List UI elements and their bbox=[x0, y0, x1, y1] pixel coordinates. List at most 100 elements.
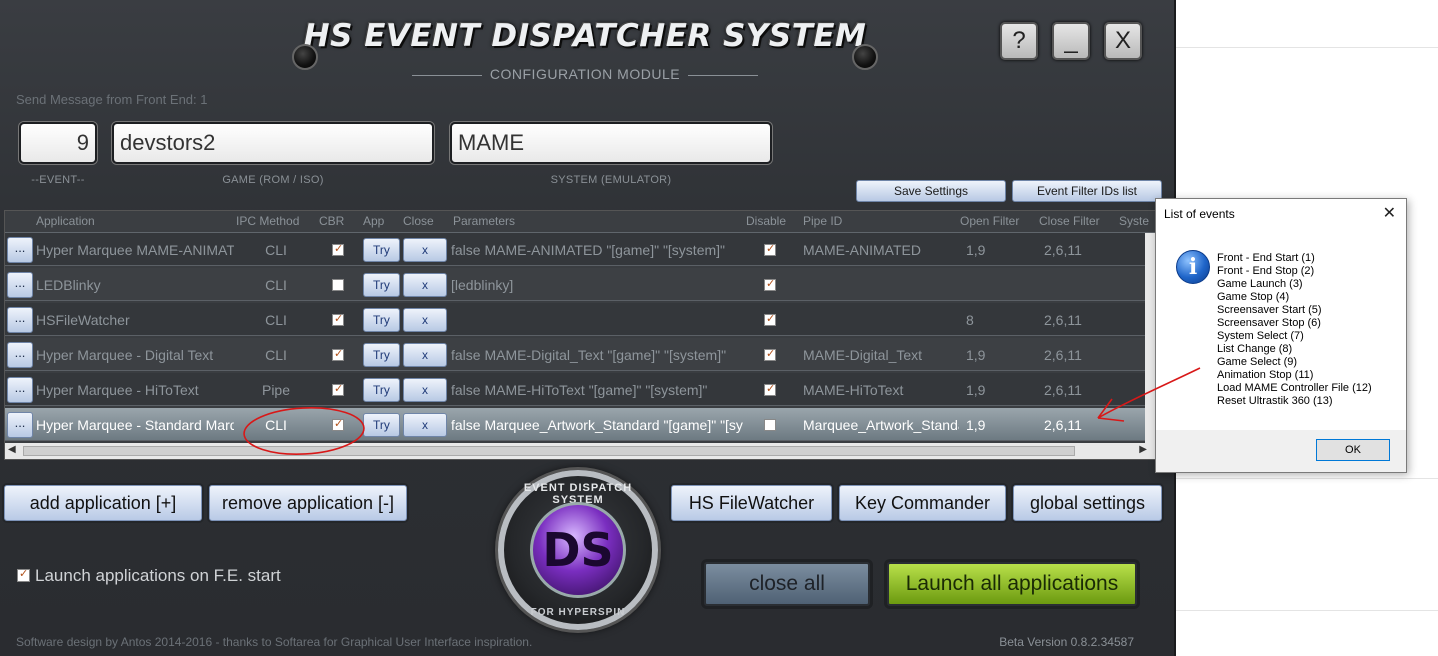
cell-open-filter: 1,9 bbox=[966, 242, 986, 258]
scroll-right-icon[interactable]: ▶ bbox=[1139, 444, 1147, 455]
table-row[interactable]: ... LEDBlinky CLI Try x [ledblinky] bbox=[5, 268, 1147, 301]
footer-credits: Software design by Antos 2014-2016 - tha… bbox=[16, 635, 533, 649]
disable-checkbox[interactable] bbox=[764, 312, 776, 326]
row-settings-button[interactable]: ... bbox=[7, 412, 33, 438]
logo-center-text: DS bbox=[530, 502, 626, 598]
background-divider bbox=[1176, 610, 1438, 611]
column-header-open-filter[interactable]: Open Filter bbox=[960, 214, 1019, 228]
column-header-app[interactable]: App bbox=[363, 214, 384, 228]
close-app-button[interactable]: x bbox=[403, 378, 447, 402]
game-field[interactable]: devstors2 bbox=[112, 122, 434, 164]
launch-on-start-checkbox[interactable] bbox=[17, 567, 30, 582]
launch-all-button[interactable]: Launch all applications bbox=[887, 562, 1137, 606]
cell-close-filter: 2,6,11 bbox=[1044, 312, 1082, 328]
column-header-pipe-id[interactable]: Pipe ID bbox=[803, 214, 842, 228]
try-button[interactable]: Try bbox=[363, 378, 400, 402]
cbr-checkbox[interactable] bbox=[332, 242, 344, 256]
add-application-button[interactable]: add application [+] bbox=[4, 485, 202, 521]
cell-parameters: [ledblinky] bbox=[451, 277, 514, 293]
close-app-button[interactable]: x bbox=[403, 343, 447, 367]
key-commander-button[interactable]: Key Commander bbox=[839, 485, 1006, 521]
global-settings-button[interactable]: global settings bbox=[1013, 485, 1162, 521]
cbr-checkbox[interactable] bbox=[332, 382, 344, 396]
event-filter-list-button[interactable]: Event Filter IDs list bbox=[1012, 180, 1162, 202]
cell-ipc-method: CLI bbox=[265, 312, 287, 328]
row-settings-button[interactable]: ... bbox=[7, 377, 33, 403]
cell-application: Hyper Marquee - Digital Text bbox=[36, 347, 214, 363]
cbr-checkbox[interactable] bbox=[332, 312, 344, 326]
system-field[interactable]: MAME bbox=[450, 122, 772, 164]
cell-open-filter: 1,9 bbox=[966, 347, 986, 363]
disable-checkbox[interactable] bbox=[764, 347, 776, 361]
disable-checkbox[interactable] bbox=[764, 419, 776, 431]
disable-checkbox[interactable] bbox=[764, 277, 776, 291]
cell-ipc-method: CLI bbox=[265, 242, 287, 258]
row-settings-button[interactable]: ... bbox=[7, 342, 33, 368]
dialog-footer: OK bbox=[1156, 430, 1406, 472]
ok-button[interactable]: OK bbox=[1316, 439, 1390, 461]
dialog-close-icon[interactable]: ✕ bbox=[1383, 203, 1396, 223]
launch-on-start-label[interactable]: Launch applications on F.E. start bbox=[35, 566, 281, 586]
horizontal-scrollbar[interactable]: ◀ ▶ bbox=[5, 443, 1155, 459]
title-area: HS EVENT DISPATCHER SYSTEM CONFIGURATION… bbox=[290, 18, 880, 88]
ds-logo: EVENT DISPATCH SYSTEM DS FOR HYPERSPIN bbox=[498, 470, 658, 630]
cell-open-filter: 1,9 bbox=[966, 382, 986, 398]
footer-version: Beta Version 0.8.2.34587 bbox=[999, 635, 1134, 649]
window-title: HS EVENT DISPATCHER SYSTEM bbox=[303, 18, 867, 54]
cbr-checkbox[interactable] bbox=[332, 279, 344, 291]
row-settings-button[interactable]: ... bbox=[7, 237, 33, 263]
table-row[interactable]: ...Hyper Marquee - Standard Marquee CLI Tr… bbox=[5, 408, 1147, 441]
info-icon: i bbox=[1176, 250, 1210, 284]
try-button[interactable]: Try bbox=[363, 413, 400, 437]
horizontal-scroll-thumb[interactable] bbox=[23, 446, 1075, 456]
column-header-disable[interactable]: Disable bbox=[746, 214, 786, 228]
cbr-checkbox[interactable] bbox=[332, 417, 344, 431]
help-button[interactable]: ? bbox=[1000, 22, 1038, 60]
logo-bottom-text: FOR HYPERSPIN bbox=[530, 607, 626, 618]
close-all-button[interactable]: close all bbox=[704, 562, 870, 606]
table-row[interactable]: ...HSFileWatcher CLI Tryx 8 2,6,11 bbox=[5, 303, 1147, 336]
disable-checkbox[interactable] bbox=[764, 382, 776, 396]
cell-ipc-method: CLI bbox=[265, 277, 287, 293]
column-header-parameters[interactable]: Parameters bbox=[453, 214, 515, 228]
column-header-ipc-method[interactable]: IPC Method bbox=[236, 214, 299, 228]
save-settings-button[interactable]: Save Settings bbox=[856, 180, 1006, 202]
event-item: Load MAME Controller File (12) bbox=[1217, 382, 1372, 394]
close-app-button[interactable]: x bbox=[403, 238, 447, 262]
disable-checkbox[interactable] bbox=[764, 242, 776, 256]
try-button[interactable]: Try bbox=[363, 273, 400, 297]
hs-filewatcher-button[interactable]: HS FileWatcher bbox=[671, 485, 832, 521]
try-button[interactable]: Try bbox=[363, 308, 400, 332]
event-field[interactable]: 9 bbox=[19, 122, 97, 164]
close-window-button[interactable]: X bbox=[1104, 22, 1142, 60]
column-header-application[interactable]: Application bbox=[36, 214, 95, 228]
cell-close-filter: 2,6,11 bbox=[1044, 242, 1082, 258]
vertical-scrollbar[interactable] bbox=[1145, 233, 1155, 453]
column-header-system[interactable]: Syste bbox=[1119, 214, 1149, 228]
try-button[interactable]: Try bbox=[363, 343, 400, 367]
row-settings-button[interactable]: ... bbox=[7, 272, 33, 298]
column-header-close[interactable]: Close bbox=[403, 214, 434, 228]
table-row[interactable]: ...Hyper Marquee MAME-ANIMATED CLI Tryxfal… bbox=[5, 233, 1147, 266]
cell-close-filter: 2,6,11 bbox=[1044, 347, 1082, 363]
event-item: Reset Ultrastik 360 (13) bbox=[1217, 395, 1333, 407]
close-app-button[interactable]: x bbox=[403, 273, 447, 297]
cell-open-filter: 1,9 bbox=[966, 417, 986, 433]
dispatcher-window: HS EVENT DISPATCHER SYSTEM CONFIGURATION… bbox=[0, 0, 1176, 656]
column-header-cbr[interactable]: CBR bbox=[319, 214, 344, 228]
cell-parameters: false Marquee_Artwork_Standard "[game]" … bbox=[451, 417, 743, 433]
minimize-button[interactable]: _ bbox=[1052, 22, 1090, 60]
remove-application-button[interactable]: remove application [-] bbox=[209, 485, 407, 521]
close-app-button[interactable]: x bbox=[403, 413, 447, 437]
scroll-left-icon[interactable]: ◀ bbox=[8, 444, 16, 455]
try-button[interactable]: Try bbox=[363, 238, 400, 262]
close-app-button[interactable]: x bbox=[403, 308, 447, 332]
column-header-close-filter[interactable]: Close Filter bbox=[1039, 214, 1100, 228]
table-row[interactable]: ...Hyper Marquee - HiToText Pipe Tryxfalse… bbox=[5, 373, 1147, 406]
cell-application: HSFileWatcher bbox=[36, 312, 130, 328]
event-item: Game Launch (3) bbox=[1217, 278, 1303, 290]
table-row[interactable]: ...Hyper Marquee - Digital Text CLI Tryxfa… bbox=[5, 338, 1147, 371]
cbr-checkbox[interactable] bbox=[332, 347, 344, 361]
cell-close-filter: 2,6,11 bbox=[1044, 382, 1082, 398]
row-settings-button[interactable]: ... bbox=[7, 307, 33, 333]
